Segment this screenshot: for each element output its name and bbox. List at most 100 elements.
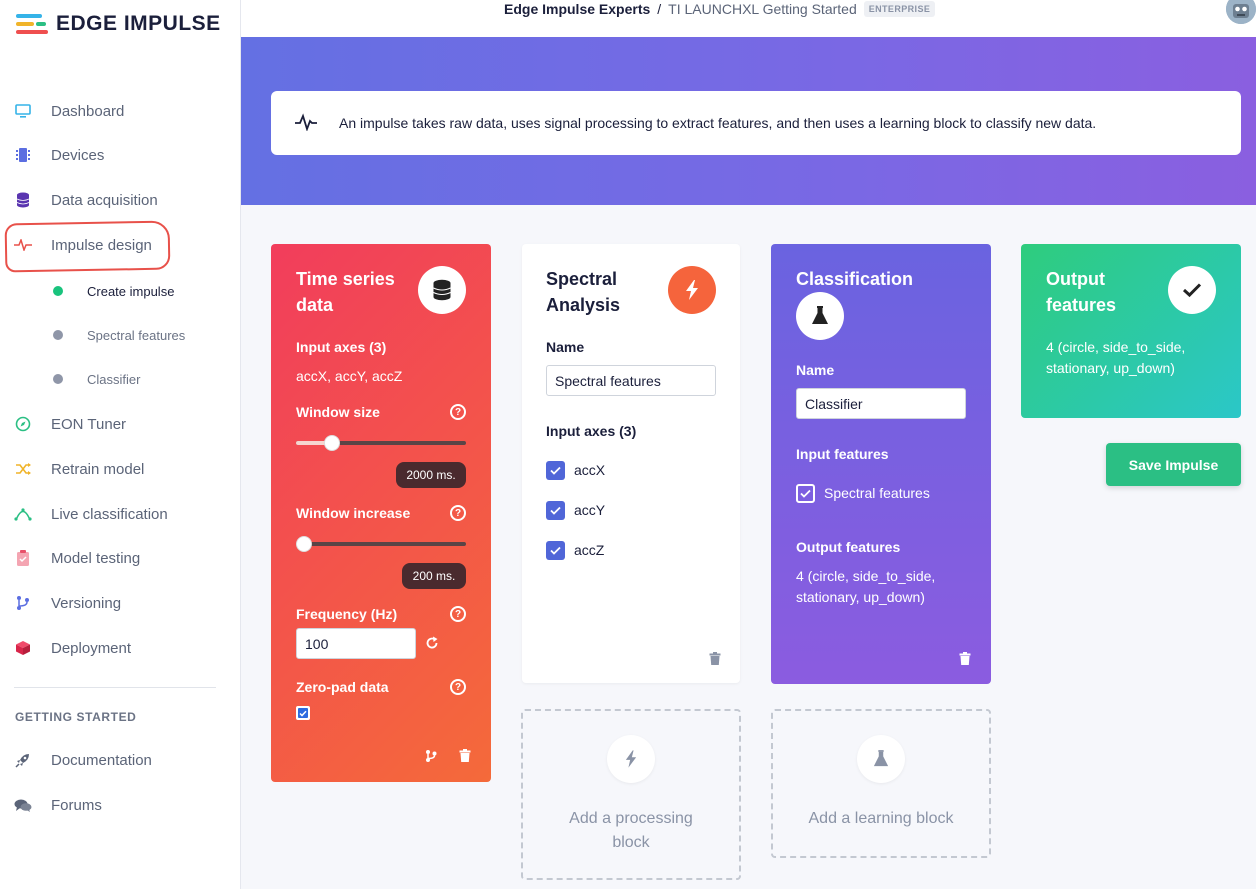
branch-icon[interactable] — [425, 749, 437, 768]
edge-impulse-logo[interactable]: EDGE IMPULSE — [16, 12, 221, 36]
input-axes-label: Input axes (3) — [296, 339, 387, 355]
add-learning-block-button[interactable]: Add a learning block — [771, 709, 991, 858]
output-features-title: Output features — [1046, 269, 1117, 315]
trash-icon[interactable] — [959, 652, 971, 665]
impulse-info-box: An impulse takes raw data, uses signal p… — [271, 91, 1241, 155]
rocket-icon — [14, 751, 32, 769]
window-increase-slider[interactable] — [296, 536, 466, 552]
sidebar: EDGE IMPULSE Dashboard Devices Data acqu… — [0, 0, 241, 889]
sidebar-subitem-spectral-features[interactable]: Spectral features — [0, 320, 241, 350]
window-size-slider[interactable] — [296, 435, 466, 451]
pulse-icon — [295, 113, 317, 136]
input-feature-label: Spectral features — [824, 485, 930, 501]
sidebar-subitem-label: Spectral features — [87, 327, 186, 343]
sidebar-item-forums[interactable]: Forums — [0, 786, 241, 824]
impulse-info-text: An impulse takes raw data, uses signal p… — [339, 115, 1097, 131]
sidebar-section-title: GETTING STARTED — [15, 710, 137, 724]
help-icon[interactable]: ? — [450, 404, 466, 420]
name-label: Name — [796, 362, 835, 378]
check-icon — [298, 708, 308, 718]
slider-thumb[interactable] — [296, 536, 312, 552]
zero-pad-checkbox[interactable] — [296, 706, 310, 720]
output-features-value: 4 (circle, side_to_side, — [1046, 339, 1186, 355]
output-features-value: stationary, up_down) — [1046, 360, 1175, 376]
time-series-title: Time series data — [296, 269, 395, 315]
axis-label: accZ — [574, 542, 605, 558]
box-icon — [14, 639, 32, 657]
input-feature-checkbox[interactable] — [796, 484, 815, 503]
sidebar-item-data-acquisition[interactable]: Data acquisition — [0, 181, 241, 219]
signal-icon — [14, 505, 32, 523]
active-dot — [53, 286, 63, 296]
sidebar-subitem-label: Create impulse — [87, 283, 175, 299]
inactive-dot — [53, 330, 63, 340]
axis-checkbox-accz[interactable] — [546, 541, 565, 560]
sidebar-item-label: Live classification — [51, 505, 168, 523]
input-axes-value: accX, accY, accZ — [296, 368, 403, 384]
trash-icon[interactable] — [709, 652, 721, 665]
window-increase-value: 200 ms. — [402, 563, 466, 589]
sidebar-item-dashboard[interactable]: Dashboard — [0, 92, 241, 130]
axis-checkbox-accy[interactable] — [546, 501, 565, 520]
sidebar-item-deployment[interactable]: Deployment — [0, 629, 241, 667]
sidebar-subitem-classifier[interactable]: Classifier — [0, 364, 241, 394]
sidebar-subitem-create-impulse[interactable]: Create impulse — [0, 276, 241, 306]
lightning-icon — [607, 735, 655, 783]
sidebar-item-label: Versioning — [51, 594, 122, 612]
shuffle-icon — [14, 460, 32, 478]
input-axes-label: Input axes (3) — [546, 423, 637, 439]
sidebar-item-label: Documentation — [51, 751, 152, 769]
zero-pad-label: Zero-pad data — [296, 679, 389, 695]
sidebar-divider — [14, 687, 216, 688]
monitor-icon — [14, 102, 32, 120]
sidebar-item-retrain-model[interactable]: Retrain model — [0, 450, 241, 488]
chat-icon — [14, 796, 32, 814]
sidebar-item-label: Impulse design — [51, 236, 152, 254]
lightning-icon — [668, 266, 716, 314]
add-processing-label: Add a processing — [569, 810, 693, 827]
sidebar-item-eon-tuner[interactable]: EON Tuner — [0, 405, 241, 443]
spectral-name-input[interactable]: Spectral features — [546, 365, 716, 396]
database-icon — [418, 266, 466, 314]
save-impulse-button[interactable]: Save Impulse — [1106, 443, 1241, 486]
trash-icon[interactable] — [459, 749, 471, 762]
add-processing-label: block — [612, 834, 650, 851]
sidebar-item-documentation[interactable]: Documentation — [0, 741, 241, 779]
sidebar-item-versioning[interactable]: Versioning — [0, 584, 241, 622]
sidebar-item-label: EON Tuner — [51, 415, 127, 433]
axis-label: accY — [574, 502, 606, 518]
axis-checkbox-accx[interactable] — [546, 461, 565, 480]
slider-thumb[interactable] — [324, 435, 340, 451]
frequency-input[interactable]: 100 — [296, 628, 416, 659]
breadcrumb: Edge Impulse Experts / TI LAUNCHXL Getti… — [504, 1, 936, 17]
sidebar-item-model-testing[interactable]: Model testing — [0, 539, 241, 577]
sidebar-item-live-classification[interactable]: Live classification — [0, 495, 241, 533]
breadcrumb-org[interactable]: Edge Impulse Experts — [504, 1, 650, 17]
window-size-value: 2000 ms. — [396, 462, 466, 488]
sidebar-subitem-label: Classifier — [87, 371, 141, 387]
sidebar-item-impulse-design[interactable]: Impulse design — [0, 226, 241, 264]
sidebar-item-label: Devices — [51, 146, 105, 164]
flask-icon — [857, 735, 905, 783]
checkmark-icon — [1168, 266, 1216, 314]
help-icon[interactable]: ? — [450, 679, 466, 695]
pulse-icon — [14, 236, 32, 254]
window-size-label: Window size — [296, 404, 380, 420]
flask-icon — [796, 292, 844, 340]
compass-icon — [14, 415, 32, 433]
sidebar-item-label: Dashboard — [51, 102, 125, 120]
classifier-name-input[interactable]: Classifier — [796, 388, 966, 419]
enterprise-badge: ENTERPRISE — [863, 1, 936, 17]
spectral-analysis-title: Spectral Analysis — [546, 269, 621, 315]
branch-icon — [14, 594, 32, 612]
avatar[interactable] — [1226, 0, 1256, 24]
help-icon[interactable]: ? — [450, 505, 466, 521]
add-processing-block-button[interactable]: Add a processing block — [521, 709, 741, 880]
help-icon[interactable]: ? — [450, 606, 466, 622]
reset-icon[interactable] — [425, 636, 439, 655]
classification-card: Classification Name Classifier Input fea… — [771, 244, 991, 684]
name-label: Name — [546, 339, 585, 355]
breadcrumb-project[interactable]: TI LAUNCHXL Getting Started — [668, 1, 857, 17]
sidebar-item-devices[interactable]: Devices — [0, 136, 241, 174]
chip-icon — [14, 146, 32, 164]
